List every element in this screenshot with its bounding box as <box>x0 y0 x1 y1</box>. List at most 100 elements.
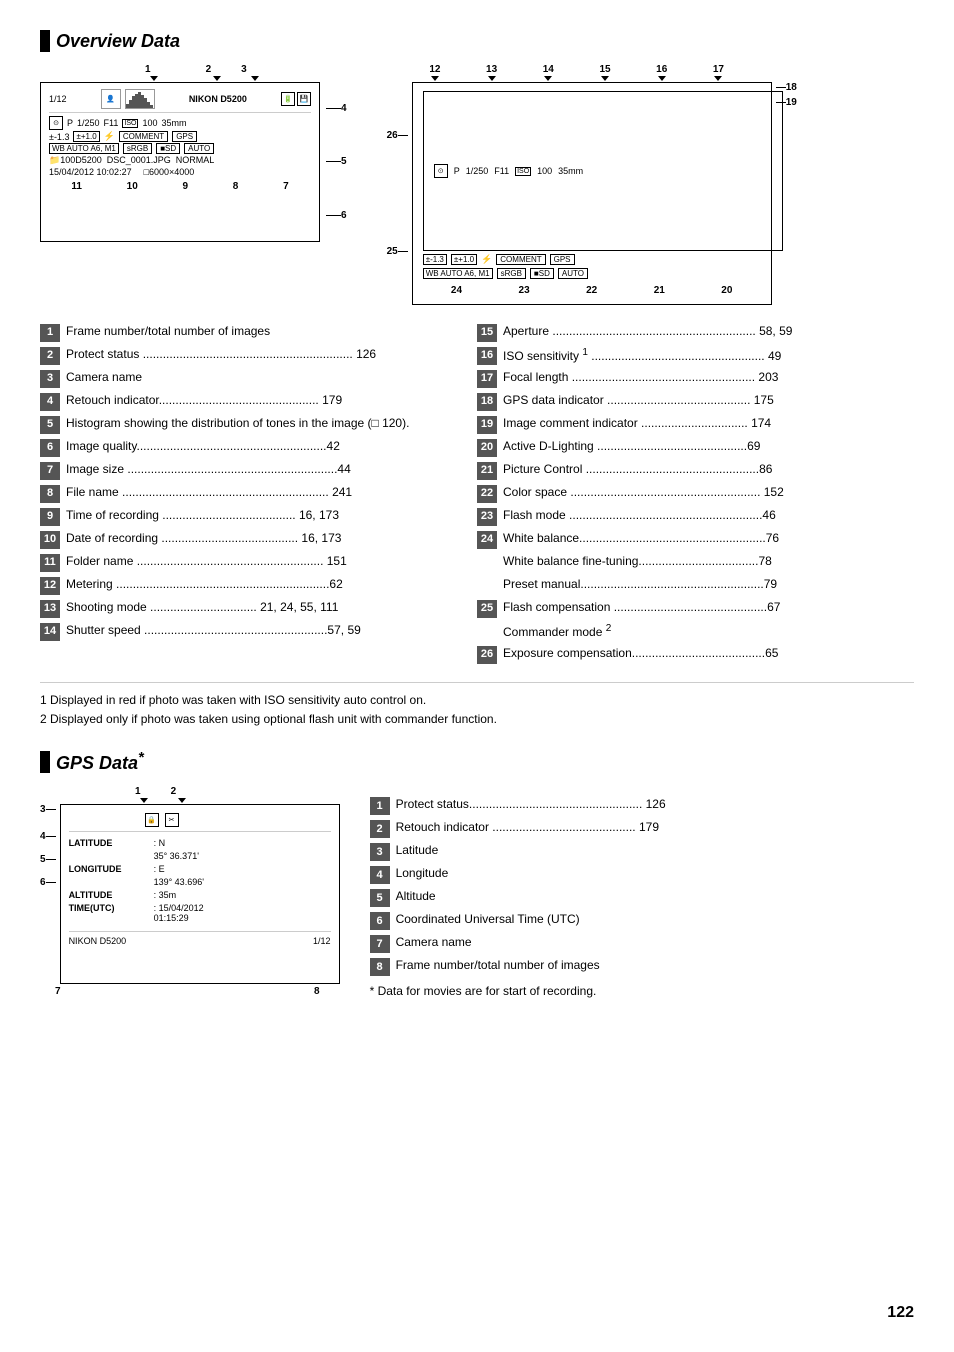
item-text-26: Exposure compensation...................… <box>503 645 914 662</box>
callout-14: 14 <box>543 64 554 75</box>
right-exp-comp: ±-1.3 <box>423 254 447 265</box>
gps-item-num-5: 5 <box>370 889 390 907</box>
card-icon: 💾 <box>297 92 311 106</box>
callout-23: 23 <box>519 285 530 296</box>
right-diagram-wrapper: 12 13 14 15 16 17 26 <box>387 64 797 305</box>
callout-26-label: 26 <box>387 130 398 141</box>
item-text-12: Metering ...............................… <box>66 576 477 593</box>
line-25 <box>398 251 408 252</box>
gps-alt-value: : 35m <box>154 890 331 900</box>
camera-model-name: NIKON D5200 <box>189 94 247 104</box>
line-4 <box>326 108 341 109</box>
item-12: 12 Metering ............................… <box>40 576 477 595</box>
gps-item-5: 5 Altitude <box>370 888 914 907</box>
camera-row-wb: WB AUTO A6, M1 sRGB ■SD AUTO <box>49 143 311 154</box>
gps-line-4 <box>46 836 56 837</box>
camera-row-path: 📁100D5200 DSC_0001.JPG NORMAL <box>49 155 311 166</box>
flash-comp-box: ±+1.0 <box>73 131 99 142</box>
callout-25-row: 25 <box>387 246 408 257</box>
overview-title: Overview Data <box>56 31 180 52</box>
folder-path: 📁100D5200 DSC_0001.JPG NORMAL <box>49 155 214 166</box>
histogram-svg <box>126 90 154 108</box>
item-num-8: 8 <box>40 485 60 503</box>
callout-18-label: 18 <box>786 82 797 93</box>
item-text-3: Camera name <box>66 369 477 386</box>
item-num-5: 5 <box>40 416 60 434</box>
footnote-2: 2 Displayed only if photo was taken usin… <box>40 710 914 729</box>
item-text-2: Protect status .........................… <box>66 346 477 363</box>
gps-item-text-2: Retouch indicator ......................… <box>396 819 914 836</box>
arrow-13 <box>488 76 496 81</box>
item-text-4: Retouch indicator.......................… <box>66 392 477 409</box>
camera-row-comp: ±-1.3 ±+1.0 ⚡ COMMENT GPS <box>49 131 311 142</box>
item-text-9: Time of recording ......................… <box>66 507 477 524</box>
callout-24: 24 <box>451 285 462 296</box>
gps-latitude-row: LATITUDE : N <box>69 838 331 848</box>
item-text-19: Image comment indicator ................… <box>503 415 914 432</box>
item-text-18: GPS data indicator .....................… <box>503 392 914 409</box>
callout-11: 11 <box>71 181 82 192</box>
gps-time-label: TIME(UTC) <box>69 903 154 923</box>
flash-icon: ⚡ <box>104 131 115 142</box>
item-10: 10 Date of recording ...................… <box>40 530 477 549</box>
gps-tag: GPS <box>172 131 197 142</box>
callout-10: 10 <box>127 181 138 192</box>
arrow-14 <box>544 76 552 81</box>
gps-protect-icon: 🔒 <box>145 813 159 827</box>
camera-row-date: 15/04/2012 10:02:27 □6000×4000 <box>49 167 311 177</box>
callout-4-label: 4 <box>341 103 347 114</box>
arrow-2 <box>213 76 221 81</box>
right-flash-icon2: ⚡ <box>481 254 492 265</box>
gps-item-num-6: 6 <box>370 912 390 930</box>
item-num-15: 15 <box>477 324 497 342</box>
item-text-6: Image quality...........................… <box>66 438 477 455</box>
shutter-speed: 1/250 <box>77 118 100 128</box>
gps-section-bar <box>40 751 50 773</box>
right-metering-icon: ⊙ <box>434 164 448 178</box>
item-num-16: 16 <box>477 347 497 365</box>
gps-callout-1: 1 <box>135 786 141 797</box>
item-6: 6 Image quality.........................… <box>40 438 477 457</box>
item-num-13: 13 <box>40 600 60 618</box>
gps-line-6 <box>46 882 56 883</box>
item-text-15: Aperture ...............................… <box>503 323 914 340</box>
item-24: 24 White balance........................… <box>477 530 914 549</box>
gps-title-sup: * <box>138 749 144 766</box>
top-arrows-123 <box>148 76 347 81</box>
battery-icon: 🔋 <box>281 92 295 106</box>
callout-7: 7 <box>283 181 289 192</box>
item-19: 19 Image comment indicator .............… <box>477 415 914 434</box>
overview-diagram-area: 1 2 3 1/12 👤 <box>40 64 914 305</box>
item-20: 20 Active D-Lighting ...................… <box>477 438 914 457</box>
item-text-10: Date of recording ......................… <box>66 530 477 547</box>
items-col-right: 15 Aperture ............................… <box>477 323 914 668</box>
right-row2: ±-1.3 ±+1.0 ⚡ COMMENT GPS <box>423 254 761 265</box>
right-display-with-callouts: 26 25 ⊙ P 1/250 F11 ISO100 <box>387 82 797 305</box>
callout-17: 17 <box>713 64 724 75</box>
item-num-17: 17 <box>477 370 497 388</box>
gps-item-text-5: Altitude <box>396 888 914 905</box>
callout-5-row: 5 <box>326 156 347 167</box>
gps-lat-val-space <box>69 851 154 861</box>
iso-val: 100 <box>142 118 157 128</box>
line-18 <box>776 87 786 88</box>
gps-item-1: 1 Protect status........................… <box>370 796 914 815</box>
line-5 <box>326 161 341 162</box>
item-17: 17 Focal length ........................… <box>477 369 914 388</box>
gps-line-3 <box>46 809 56 810</box>
items-col-left: 1 Frame number/total number of images 2 … <box>40 323 477 668</box>
item-text-21: Picture Control ........................… <box>503 461 914 478</box>
right-display-box: ⊙ P 1/250 F11 ISO100 35mm ±-1.3 ±+1.0 ⚡ … <box>412 82 772 305</box>
gps-top-arrows <box>138 798 340 803</box>
arrow-3 <box>251 76 259 81</box>
item-18: 18 GPS data indicator ..................… <box>477 392 914 411</box>
gps-title: GPS Data* <box>56 749 144 774</box>
gps-item-num-7: 7 <box>370 935 390 953</box>
gps-frame-info: 1/12 <box>313 936 331 946</box>
aperture-val: F11 <box>104 118 119 128</box>
gps-item-3: 3 Latitude <box>370 842 914 861</box>
right-mode: P <box>454 166 460 176</box>
item-3: 3 Camera name <box>40 369 477 388</box>
item-26: 26 Exposure compensation................… <box>477 645 914 664</box>
item-num-22: 22 <box>477 485 497 503</box>
